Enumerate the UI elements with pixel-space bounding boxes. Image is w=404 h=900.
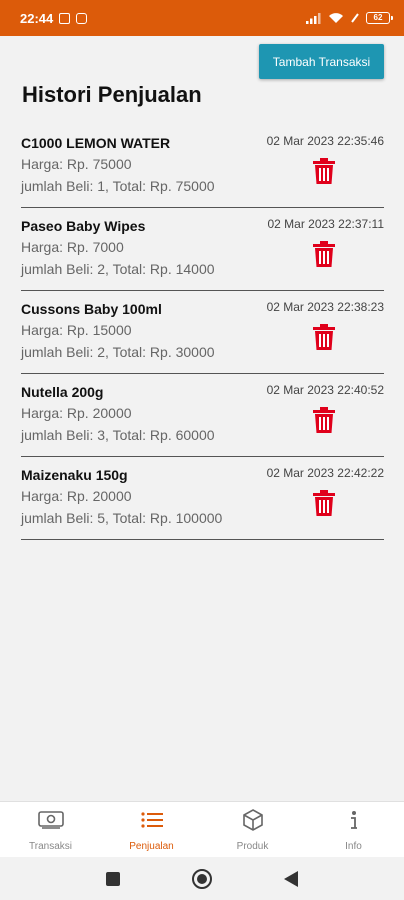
nav-label: Penjualan [129,841,174,852]
status-right: 62 [306,12,393,24]
nav-label: Transaksi [29,841,72,852]
list-icon [139,808,165,832]
product-name: Maizenaku 150g [21,467,128,483]
instagram-icon [76,12,88,24]
square-icon [106,871,120,886]
status-left: 22:44 [20,10,88,26]
trash-icon[interactable] [313,490,335,516]
info-icon [341,808,367,832]
status-bar: 22:44 62 [0,0,404,36]
add-transaction-button[interactable]: Tambah Transaksi [259,44,384,79]
list-item: Paseo Baby Wipes 02 Mar 2023 22:37:11 Ha… [21,208,384,291]
home-button[interactable] [191,868,213,890]
signal-icon [306,13,321,24]
quantity-total: jumlah Beli: 2, Total: Rp. 14000 [21,261,215,277]
transaction-date: 02 Mar 2023 22:40:52 [266,383,384,397]
product-price: Harga: Rp. 20000 [21,488,132,504]
quantity-total: jumlah Beli: 3, Total: Rp. 60000 [21,427,215,443]
trash-icon[interactable] [313,158,335,184]
battery-icon: 62 [366,12,393,24]
product-name: Cussons Baby 100ml [21,301,162,317]
money-icon [37,808,64,832]
transaction-list: C1000 LEMON WATER 02 Mar 2023 22:35:46 H… [21,125,384,540]
transaction-date: 02 Mar 2023 22:42:22 [266,466,384,480]
nav-item-produk[interactable]: Produk [202,802,303,857]
transaction-date: 02 Mar 2023 22:35:46 [266,134,384,148]
product-name: C1000 LEMON WATER [21,135,171,151]
product-price: Harga: Rp. 75000 [21,156,132,172]
circle-icon [192,868,212,889]
box-icon [240,808,266,832]
nav-label: Produk [236,841,269,852]
nav-item-info[interactable]: Info [303,802,404,857]
nav-item-transaksi[interactable]: Transaksi [0,802,101,857]
product-price: Harga: Rp. 15000 [21,322,132,338]
recents-button[interactable] [105,871,121,887]
triangle-back-icon [284,870,298,887]
list-item: Cussons Baby 100ml 02 Mar 2023 22:38:23 … [21,291,384,374]
back-button[interactable] [283,870,299,888]
wifi-icon [329,13,343,23]
system-nav-bar [0,857,404,900]
trash-icon[interactable] [313,324,335,350]
trash-icon[interactable] [313,241,335,267]
quantity-total: jumlah Beli: 1, Total: Rp. 75000 [21,178,215,194]
bottom-nav: Transaksi Penjualan Produk Info [0,801,404,857]
product-name: Nutella 200g [21,384,104,400]
list-item: Nutella 200g 02 Mar 2023 22:40:52 Harga:… [21,374,384,457]
notification-icon [59,12,71,24]
transaction-date: 02 Mar 2023 22:37:11 [267,217,384,231]
transaction-date: 02 Mar 2023 22:38:23 [266,300,384,314]
hotspot-icon [351,13,359,23]
page-title: Histori Penjualan [22,82,202,107]
product-price: Harga: Rp. 20000 [21,405,132,421]
nav-label: Info [345,841,362,852]
status-time: 22:44 [20,10,54,26]
list-item: C1000 LEMON WATER 02 Mar 2023 22:35:46 H… [21,125,384,208]
product-price: Harga: Rp. 7000 [21,239,124,255]
quantity-total: jumlah Beli: 2, Total: Rp. 30000 [21,344,215,360]
trash-icon[interactable] [313,407,335,433]
product-name: Paseo Baby Wipes [21,218,146,234]
list-item: Maizenaku 150g 02 Mar 2023 22:42:22 Harg… [21,457,384,540]
quantity-total: jumlah Beli: 5, Total: Rp. 100000 [21,510,223,526]
nav-item-penjualan[interactable]: Penjualan [101,802,202,857]
